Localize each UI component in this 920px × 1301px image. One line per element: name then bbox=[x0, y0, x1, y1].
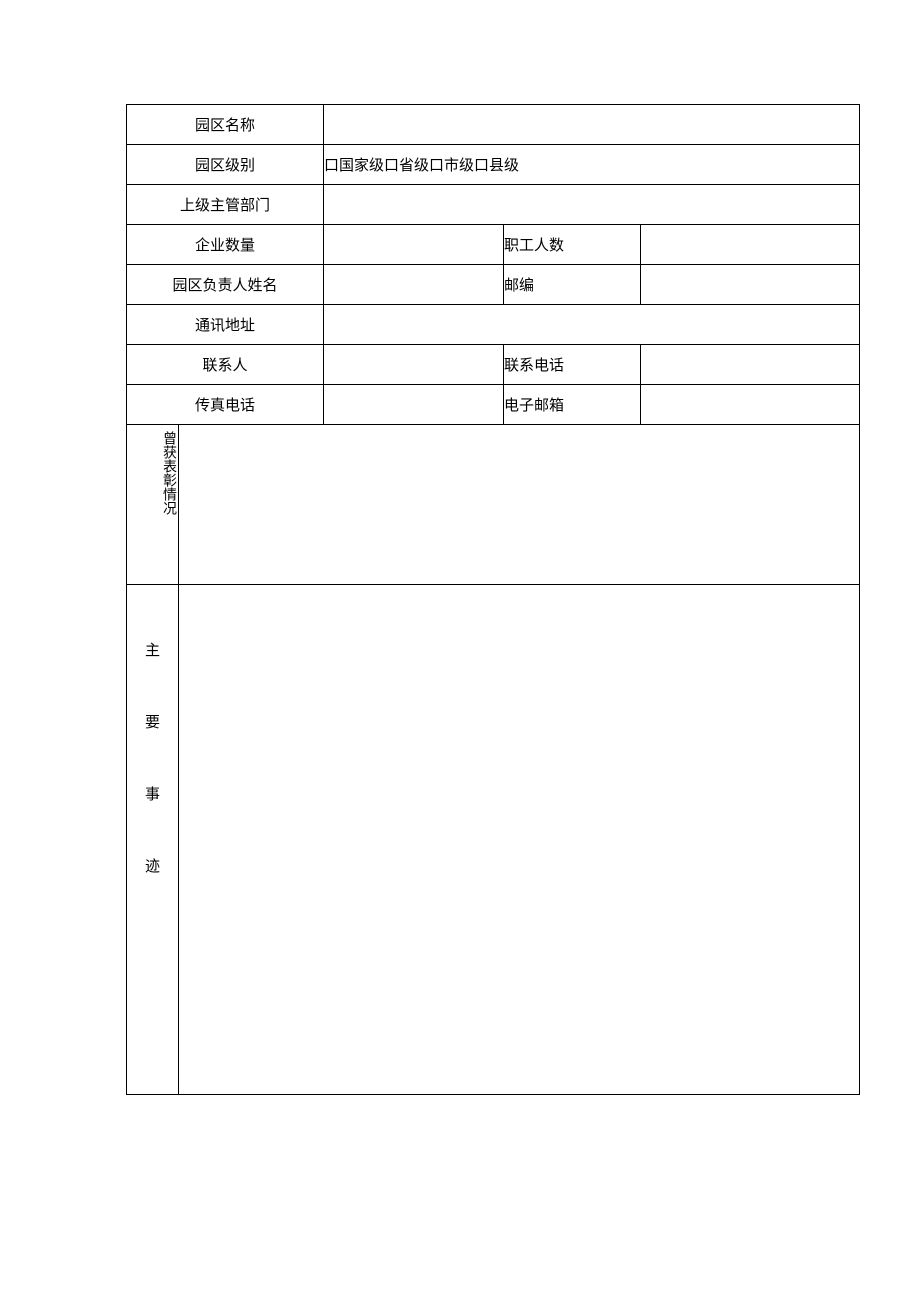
label-enterprise-count: 企业数量 bbox=[127, 225, 324, 265]
value-employee-count[interactable] bbox=[641, 225, 860, 265]
value-fax[interactable] bbox=[324, 385, 504, 425]
value-address[interactable] bbox=[324, 305, 860, 345]
value-leader-name[interactable] bbox=[324, 265, 504, 305]
value-supervisor-dept[interactable] bbox=[324, 185, 860, 225]
value-deeds[interactable] bbox=[179, 585, 860, 1095]
label-leader-name: 园区负责人姓名 bbox=[127, 265, 324, 305]
label-address: 通讯地址 bbox=[127, 305, 324, 345]
value-contact-phone[interactable] bbox=[641, 345, 860, 385]
label-commendation: 曾获表彰情况 bbox=[127, 425, 179, 585]
label-fax: 传真电话 bbox=[127, 385, 324, 425]
row-park-level: 园区级别 口国家级口省级口市级口县级 bbox=[127, 145, 860, 185]
row-commendation: 曾获表彰情况 bbox=[127, 425, 860, 585]
label-email: 电子邮箱 bbox=[504, 385, 641, 425]
label-employee-count: 职工人数 bbox=[504, 225, 641, 265]
value-contact[interactable] bbox=[324, 345, 504, 385]
document-page: 园区名称 园区级别 口国家级口省级口市级口县级 上级主管部门 企业数量 职工人数… bbox=[0, 0, 920, 1301]
value-commendation[interactable] bbox=[179, 425, 860, 585]
row-park-name: 园区名称 bbox=[127, 105, 860, 145]
row-address: 通讯地址 bbox=[127, 305, 860, 345]
label-deeds: 主 要 事 迹 bbox=[127, 585, 179, 1095]
row-leader-name: 园区负责人姓名 邮编 bbox=[127, 265, 860, 305]
value-postcode[interactable] bbox=[641, 265, 860, 305]
label-contact-phone: 联系电话 bbox=[504, 345, 641, 385]
label-park-name: 园区名称 bbox=[127, 105, 324, 145]
value-enterprise-count[interactable] bbox=[324, 225, 504, 265]
row-deeds: 主 要 事 迹 bbox=[127, 585, 860, 1095]
label-contact: 联系人 bbox=[127, 345, 324, 385]
row-supervisor-dept: 上级主管部门 bbox=[127, 185, 860, 225]
row-contact: 联系人 联系电话 bbox=[127, 345, 860, 385]
value-email[interactable] bbox=[641, 385, 860, 425]
label-supervisor-dept: 上级主管部门 bbox=[127, 185, 324, 225]
label-postcode: 邮编 bbox=[504, 265, 641, 305]
value-park-level[interactable]: 口国家级口省级口市级口县级 bbox=[324, 145, 860, 185]
label-park-level: 园区级别 bbox=[127, 145, 324, 185]
form-table: 园区名称 园区级别 口国家级口省级口市级口县级 上级主管部门 企业数量 职工人数… bbox=[126, 104, 860, 1095]
row-enterprise-count: 企业数量 职工人数 bbox=[127, 225, 860, 265]
value-park-name[interactable] bbox=[324, 105, 860, 145]
row-fax: 传真电话 电子邮箱 bbox=[127, 385, 860, 425]
